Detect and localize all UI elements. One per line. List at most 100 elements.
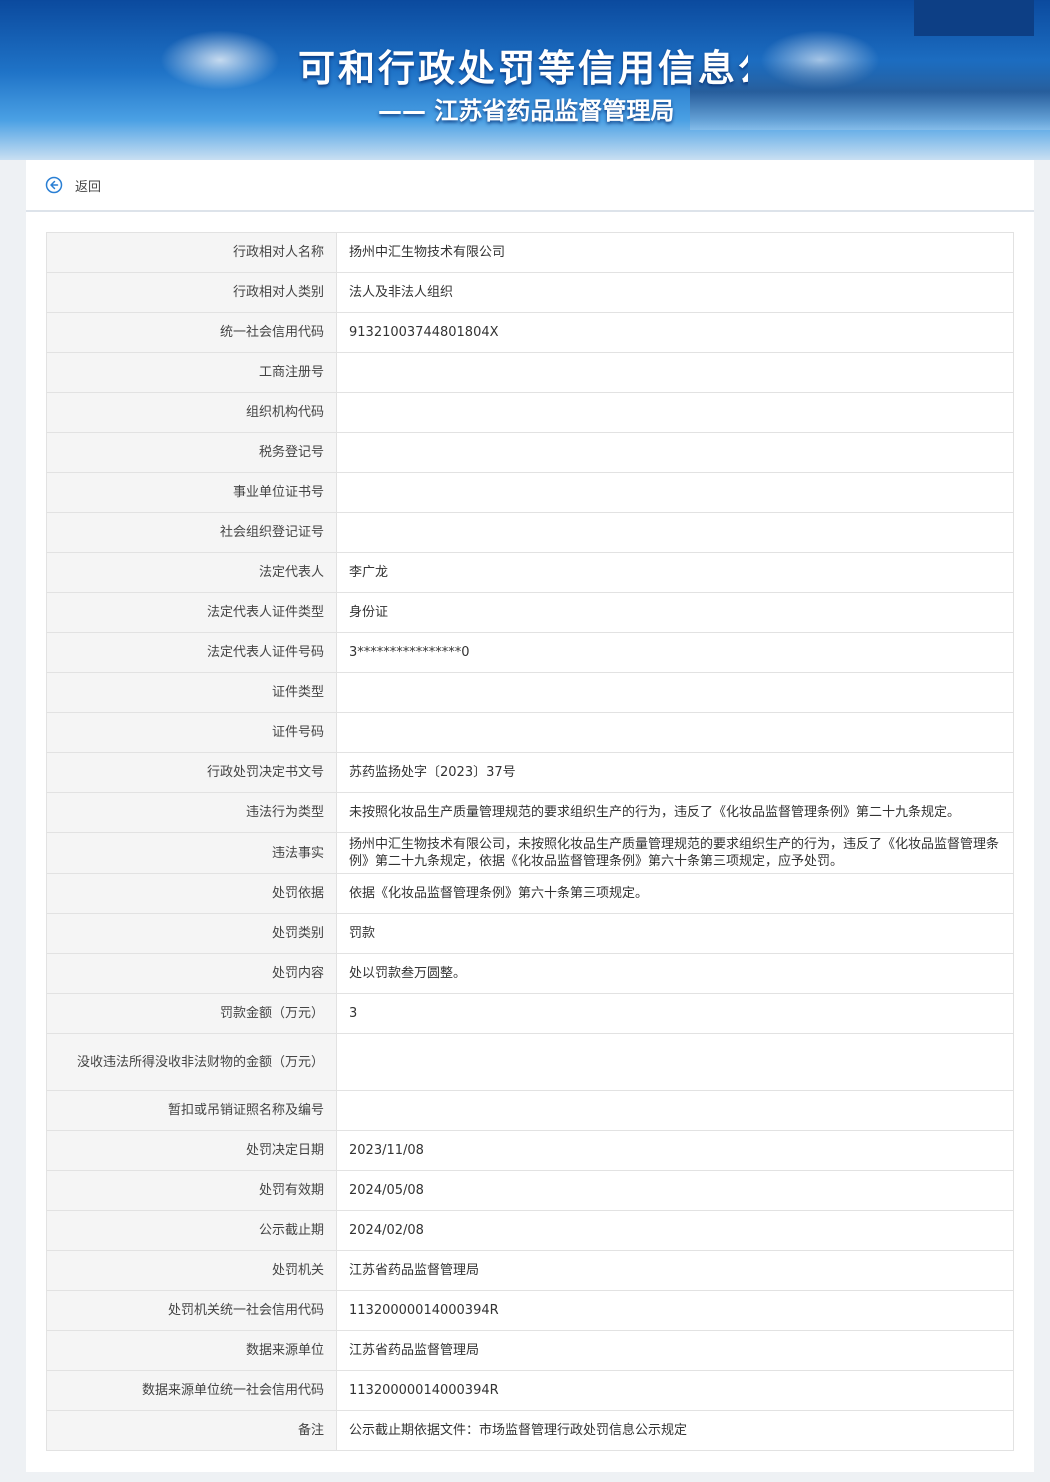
table-row: 法定代表人 李广龙	[46, 552, 1014, 593]
field-label: 处罚机关	[46, 1250, 337, 1291]
table-row: 罚款金额（万元） 3	[46, 993, 1014, 1034]
field-value	[336, 672, 1014, 713]
back-button[interactable]: 返回	[26, 160, 1034, 212]
table-row: 行政处罚决定书文号 苏药监扬处字〔2023〕37号	[46, 752, 1014, 793]
table-row: 暂扣或吊销证照名称及编号	[46, 1090, 1014, 1131]
table-row: 处罚机关统一社会信用代码 11320000014000394R	[46, 1290, 1014, 1331]
table-row: 社会组织登记证号	[46, 512, 1014, 553]
table-row: 证件号码	[46, 712, 1014, 753]
field-label: 数据来源单位统一社会信用代码	[46, 1370, 337, 1411]
field-value: 处以罚款叁万圆整。	[336, 953, 1014, 994]
field-label: 统一社会信用代码	[46, 312, 337, 353]
field-label: 行政相对人类别	[46, 272, 337, 313]
field-value: 11320000014000394R	[336, 1290, 1014, 1331]
field-label: 税务登记号	[46, 432, 337, 473]
table-row: 证件类型	[46, 672, 1014, 713]
table-row: 备注 公示截止期依据文件：市场监督管理行政处罚信息公示规定	[46, 1410, 1014, 1451]
field-value: 2023/11/08	[336, 1130, 1014, 1171]
table-row: 组织机构代码	[46, 392, 1014, 433]
field-label: 处罚内容	[46, 953, 337, 994]
field-label: 事业单位证书号	[46, 472, 337, 513]
field-label: 工商注册号	[46, 352, 337, 393]
field-value: 李广龙	[336, 552, 1014, 593]
field-label: 违法事实	[46, 832, 337, 874]
field-label: 组织机构代码	[46, 392, 337, 433]
field-value	[336, 512, 1014, 553]
field-value: 罚款	[336, 913, 1014, 954]
field-value: 91321003744801804X	[336, 312, 1014, 353]
field-label: 证件号码	[46, 712, 337, 753]
field-label: 处罚机关统一社会信用代码	[46, 1290, 337, 1331]
field-value: 2024/05/08	[336, 1170, 1014, 1211]
table-row: 处罚依据 依据《化妆品监督管理条例》第六十条第三项规定。	[46, 873, 1014, 914]
field-value: 11320000014000394R	[336, 1370, 1014, 1411]
field-label: 法定代表人证件号码	[46, 632, 337, 673]
table-row: 法定代表人证件类型 身份证	[46, 592, 1014, 633]
field-value: 依据《化妆品监督管理条例》第六十条第三项规定。	[336, 873, 1014, 914]
field-value: 苏药监扬处字〔2023〕37号	[336, 752, 1014, 793]
table-row: 没收违法所得没收非法财物的金额（万元）	[46, 1033, 1014, 1091]
field-label: 处罚类别	[46, 913, 337, 954]
field-value	[336, 392, 1014, 433]
field-label: 处罚有效期	[46, 1170, 337, 1211]
header-banner: 可和行政处罚等信用信息公 —— 江苏省药品监督管理局	[0, 0, 1050, 160]
banner-subtitle: —— 江苏省药品监督管理局	[378, 97, 675, 125]
table-row: 法定代表人证件号码 3****************0	[46, 632, 1014, 673]
table-row: 公示截止期 2024/02/08	[46, 1210, 1014, 1251]
detail-card: 返回 行政相对人名称 扬州中汇生物技术有限公司 行政相对人类别 法人及非法人组织 统一社…	[26, 160, 1034, 1472]
table-row: 处罚机关 江苏省药品监督管理局	[46, 1250, 1014, 1291]
table-row: 事业单位证书号	[46, 472, 1014, 513]
field-label: 数据来源单位	[46, 1330, 337, 1371]
field-label: 法定代表人证件类型	[46, 592, 337, 633]
table-row: 税务登记号	[46, 432, 1014, 473]
field-label: 违法行为类型	[46, 792, 337, 833]
table-row: 统一社会信用代码 91321003744801804X	[46, 312, 1014, 353]
field-value	[336, 472, 1014, 513]
back-label[interactable]: 返回	[75, 176, 101, 195]
field-label: 处罚依据	[46, 873, 337, 914]
table-row: 处罚有效期 2024/05/08	[46, 1170, 1014, 1211]
table-row: 工商注册号	[46, 352, 1014, 393]
table-row: 数据来源单位统一社会信用代码 11320000014000394R	[46, 1370, 1014, 1411]
table-row: 数据来源单位 江苏省药品监督管理局	[46, 1330, 1014, 1371]
banner-title: 可和行政处罚等信用信息公	[298, 47, 748, 90]
field-value	[336, 712, 1014, 753]
field-label: 行政相对人名称	[46, 232, 337, 273]
field-value: 扬州中汇生物技术有限公司，未按照化妆品生产质量管理规范的要求组织生产的行为，违反…	[336, 832, 1014, 874]
field-label: 证件类型	[46, 672, 337, 713]
field-value: 3****************0	[336, 632, 1014, 673]
field-value	[336, 352, 1014, 393]
info-table: 行政相对人名称 扬州中汇生物技术有限公司 行政相对人类别 法人及非法人组织 统一社会信用…	[46, 232, 1014, 1451]
field-label: 没收违法所得没收非法财物的金额（万元）	[46, 1033, 337, 1091]
field-label: 暂扣或吊销证照名称及编号	[46, 1090, 337, 1131]
banner-glow	[160, 30, 280, 90]
field-value: 江苏省药品监督管理局	[336, 1250, 1014, 1291]
field-value	[336, 432, 1014, 473]
field-label: 处罚决定日期	[46, 1130, 337, 1171]
table-row: 违法行为类型 未按照化妆品生产质量管理规范的要求组织生产的行为，违反了《化妆品监督…	[46, 792, 1014, 833]
field-value	[336, 1090, 1014, 1131]
field-label: 备注	[46, 1410, 337, 1451]
field-value: 3	[336, 993, 1014, 1034]
field-value: 身份证	[336, 592, 1014, 633]
banner-corner-box	[914, 0, 1034, 36]
arrow-left-circle-icon[interactable]	[45, 176, 63, 194]
field-label: 法定代表人	[46, 552, 337, 593]
field-value: 法人及非法人组织	[336, 272, 1014, 313]
table-row: 处罚类别 罚款	[46, 913, 1014, 954]
field-value: 未按照化妆品生产质量管理规范的要求组织生产的行为，违反了《化妆品监督管理条例》第…	[336, 792, 1014, 833]
field-value: 江苏省药品监督管理局	[336, 1330, 1014, 1371]
field-value: 扬州中汇生物技术有限公司	[336, 232, 1014, 273]
field-label: 社会组织登记证号	[46, 512, 337, 553]
field-label: 公示截止期	[46, 1210, 337, 1251]
field-value: 公示截止期依据文件：市场监督管理行政处罚信息公示规定	[336, 1410, 1014, 1451]
table-row: 违法事实 扬州中汇生物技术有限公司，未按照化妆品生产质量管理规范的要求组织生产的行…	[46, 832, 1014, 874]
table-row: 处罚决定日期 2023/11/08	[46, 1130, 1014, 1171]
table-row: 行政相对人类别 法人及非法人组织	[46, 272, 1014, 313]
field-label: 罚款金额（万元）	[46, 993, 337, 1034]
field-value	[336, 1033, 1014, 1091]
field-value: 2024/02/08	[336, 1210, 1014, 1251]
table-row: 行政相对人名称 扬州中汇生物技术有限公司	[46, 232, 1014, 273]
table-row: 处罚内容 处以罚款叁万圆整。	[46, 953, 1014, 994]
field-label: 行政处罚决定书文号	[46, 752, 337, 793]
